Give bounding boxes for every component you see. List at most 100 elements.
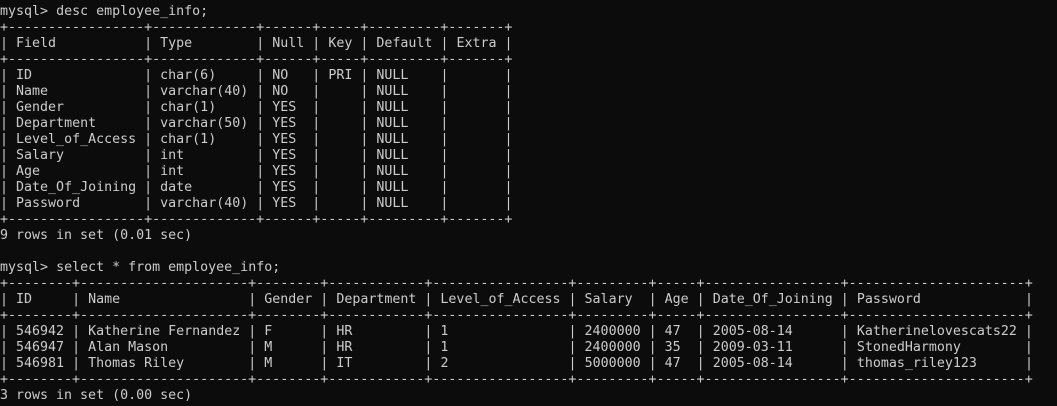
table-cell: Thomas Riley	[88, 356, 185, 371]
mysql-prompt: mysql>	[0, 260, 49, 275]
result-status-text: 9 rows in set (0.01 sec)	[0, 228, 193, 243]
table-cell: int	[160, 164, 185, 179]
table-cell: 35	[664, 340, 681, 355]
table-cell: 5000000	[584, 356, 641, 371]
table-cell: Katherine Fernandez	[88, 324, 241, 339]
desc_table-border: +-----------------+-------------+------+…	[0, 52, 513, 67]
table-cell: 1	[440, 340, 449, 355]
select_table-border: +--------+---------------------+--------…	[0, 372, 1033, 387]
table-cell: M	[264, 356, 273, 371]
select_table-header-row: | ID | Name | Gender | Department | Leve…	[0, 292, 1033, 307]
column-header: Type	[160, 36, 193, 51]
table-row: | Password | varchar(40) | YES | | NULL …	[0, 196, 513, 211]
column-header: Name	[88, 292, 121, 307]
column-header: Field	[16, 36, 57, 51]
command-line: mysql> desc employee_info;	[0, 4, 1057, 20]
column-header: ID	[16, 292, 33, 307]
column-header: Age	[664, 292, 689, 307]
table-cell: YES	[272, 100, 297, 115]
table-cell: 2400000	[584, 340, 641, 355]
table-cell: YES	[272, 196, 297, 211]
column-header: Level_of_Access	[440, 292, 561, 307]
table-cell: 2005-08-14	[712, 324, 793, 339]
table-cell: int	[160, 148, 185, 163]
column-header: Default	[376, 36, 433, 51]
column-header: Salary	[584, 292, 633, 307]
result-status: 9 rows in set (0.01 sec)	[0, 228, 1057, 244]
table-cell: NULL	[376, 116, 409, 131]
table-cell: NO	[272, 84, 289, 99]
table-cell: Name	[16, 84, 49, 99]
table-cell: NULL	[376, 148, 409, 163]
table-row: | Date_Of_Joining | date | YES | | NULL …	[0, 180, 513, 195]
table-cell: YES	[272, 148, 297, 163]
table-cell: 546981	[16, 356, 65, 371]
table-cell: 2005-08-14	[712, 356, 793, 371]
column-header: Password	[856, 292, 921, 307]
table-cell: varchar(40)	[160, 196, 249, 211]
table-row: | 546947 | Alan Mason | M | HR | 1 | 240…	[0, 340, 1033, 355]
table-cell: NULL	[376, 180, 409, 195]
table-cell: thomas_riley123	[856, 356, 977, 371]
table-cell: Department	[16, 116, 97, 131]
table-row: | Department | varchar(50) | YES | | NUL…	[0, 116, 513, 131]
command-text: desc employee_info;	[56, 4, 209, 19]
table-row: | Level_of_Access | char(1) | YES | | NU…	[0, 132, 513, 147]
column-header: Gender	[264, 292, 313, 307]
table-row: | Salary | int | YES | | NULL | |	[0, 148, 513, 163]
table-cell: Salary	[16, 148, 65, 163]
table-cell: F	[264, 324, 273, 339]
table-cell: HR	[336, 324, 353, 339]
table-cell: Age	[16, 164, 41, 179]
column-header: Extra	[456, 36, 497, 51]
table-cell: NULL	[376, 196, 409, 211]
table-cell: Katherinelovescats22	[856, 324, 1017, 339]
command-line: mysql> select * from employee_info;	[0, 260, 1057, 276]
table-cell: HR	[336, 340, 353, 355]
table-row: | Age | int | YES | | NULL | |	[0, 164, 513, 179]
table-cell: varchar(40)	[160, 84, 249, 99]
select_table-border: +--------+---------------------+--------…	[0, 276, 1033, 291]
command-text: select * from employee_info;	[56, 260, 281, 275]
terminal-window[interactable]: mysql> desc employee_info; +-------------…	[0, 0, 1057, 406]
desc_table-border: +-----------------+-------------+------+…	[0, 212, 513, 227]
table-cell: YES	[272, 164, 297, 179]
table-cell: char(1)	[160, 100, 217, 115]
table-row: | Gender | char(1) | YES | | NULL | |	[0, 100, 513, 115]
table-cell: 2400000	[584, 324, 641, 339]
table-cell: 1	[440, 324, 449, 339]
table-cell: Password	[16, 196, 81, 211]
table-cell: NULL	[376, 100, 409, 115]
table-cell: NULL	[376, 164, 409, 179]
table-row: | 546981 | Thomas Riley | M | IT | 2 | 5…	[0, 356, 1033, 371]
column-header: Department	[336, 292, 417, 307]
column-header: Date_Of_Joining	[712, 292, 833, 307]
result-status-text: 3 rows in set (0.00 sec)	[0, 388, 193, 403]
table-cell: 2	[440, 356, 449, 371]
table-cell: 546942	[16, 324, 65, 339]
desc_table-border: +-----------------+-------------+------+…	[0, 20, 513, 35]
table-cell: YES	[272, 116, 297, 131]
table-cell: char(1)	[160, 132, 217, 147]
table-cell: IT	[336, 356, 353, 371]
table-row: | ID | char(6) | NO | PRI | NULL | |	[0, 68, 513, 83]
table-cell: Date_Of_Joining	[16, 180, 137, 195]
table-cell: Alan Mason	[88, 340, 169, 355]
table-cell: NULL	[376, 132, 409, 147]
table-cell: date	[160, 180, 193, 195]
table-cell: 47	[664, 324, 681, 339]
table-cell: 546947	[16, 340, 65, 355]
table-cell: NO	[272, 68, 289, 83]
table-row: | Name | varchar(40) | NO | | NULL | |	[0, 84, 513, 99]
column-header: Null	[272, 36, 305, 51]
table-cell: 47	[664, 356, 681, 371]
table-cell: varchar(50)	[160, 116, 249, 131]
table-cell: Gender	[16, 100, 65, 115]
table-cell: Level_of_Access	[16, 132, 137, 147]
desc_table-header-row: | Field | Type | Null | Key | Default | …	[0, 36, 513, 51]
table-row: | 546942 | Katherine Fernandez | F | HR …	[0, 324, 1033, 339]
result-status: 3 rows in set (0.00 sec)	[0, 388, 1057, 404]
table-cell: NULL	[376, 68, 409, 83]
table-cell: StonedHarmony	[856, 340, 961, 355]
